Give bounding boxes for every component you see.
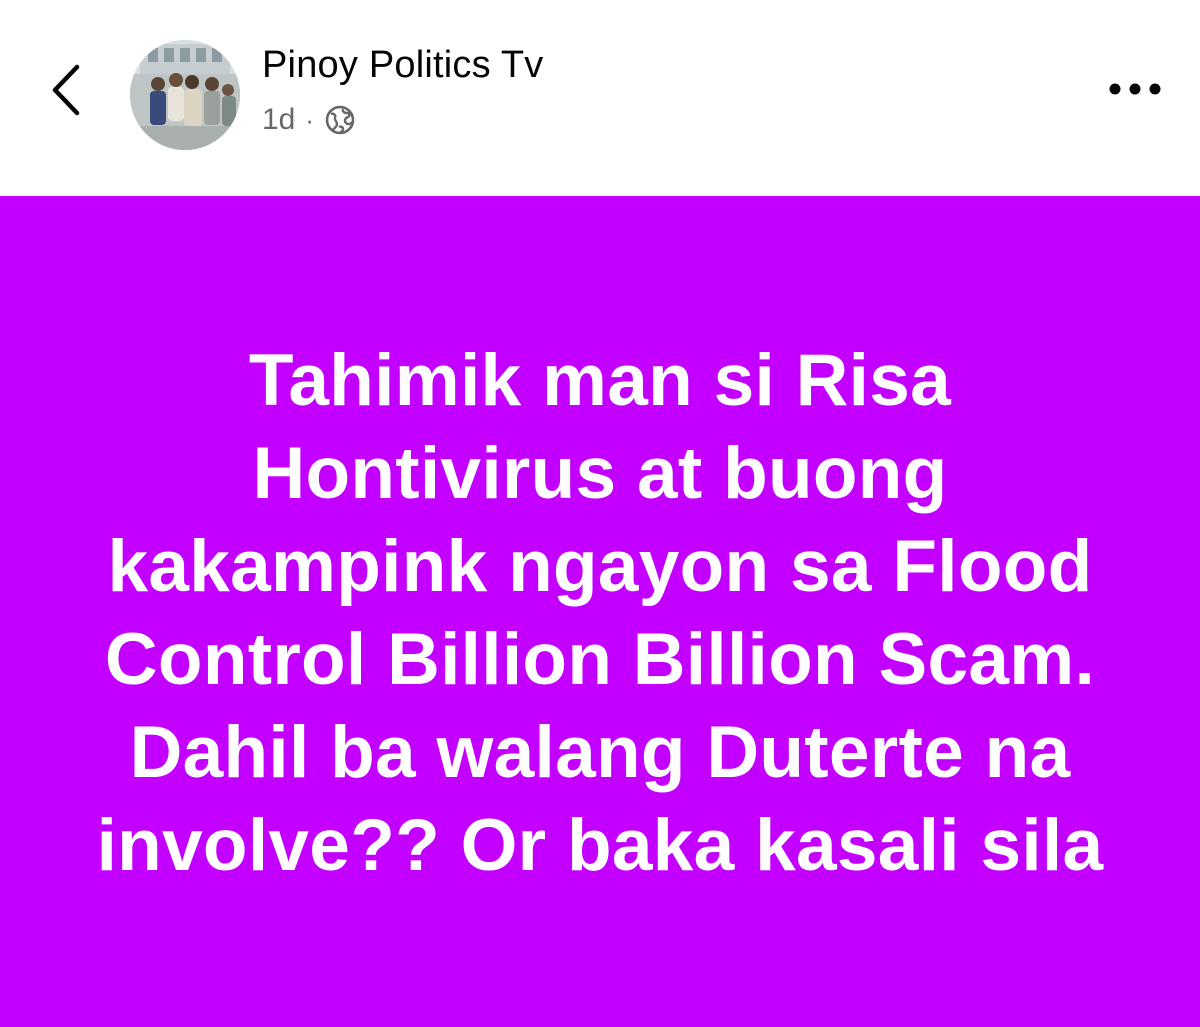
- post-text-line: involve?? Or baka kasali sila: [96, 805, 1104, 886]
- meta-separator: ·: [305, 104, 315, 135]
- more-horizontal-icon: [1109, 83, 1161, 95]
- post-text: Tahimik man si Risa Hontivirus at buong …: [40, 334, 1160, 892]
- post-timestamp[interactable]: 1d: [262, 103, 295, 137]
- post-text-line: Control Billion Billion Scam.: [104, 619, 1096, 700]
- author-name[interactable]: Pinoy Politics Tv: [262, 44, 543, 87]
- chevron-left-icon: [52, 64, 80, 116]
- avatar[interactable]: [130, 40, 240, 150]
- post-meta: 1d ·: [262, 100, 356, 140]
- back-button[interactable]: [36, 54, 96, 126]
- post-header: Pinoy Politics Tv 1d ·: [0, 0, 1200, 196]
- post-text-line: Hontivirus at buong: [252, 433, 948, 514]
- post-text-line: kakampink ngayon sa Flood: [107, 526, 1093, 607]
- globe-icon[interactable]: [324, 104, 356, 136]
- post-background: Tahimik man si Risa Hontivirus at buong …: [0, 196, 1200, 1027]
- more-options-button[interactable]: [1100, 64, 1170, 114]
- post-text-line: Tahimik man si Risa: [248, 340, 952, 421]
- post-text-line: Dahil ba walang Duterte na: [129, 712, 1071, 793]
- avatar-photo: [130, 40, 240, 150]
